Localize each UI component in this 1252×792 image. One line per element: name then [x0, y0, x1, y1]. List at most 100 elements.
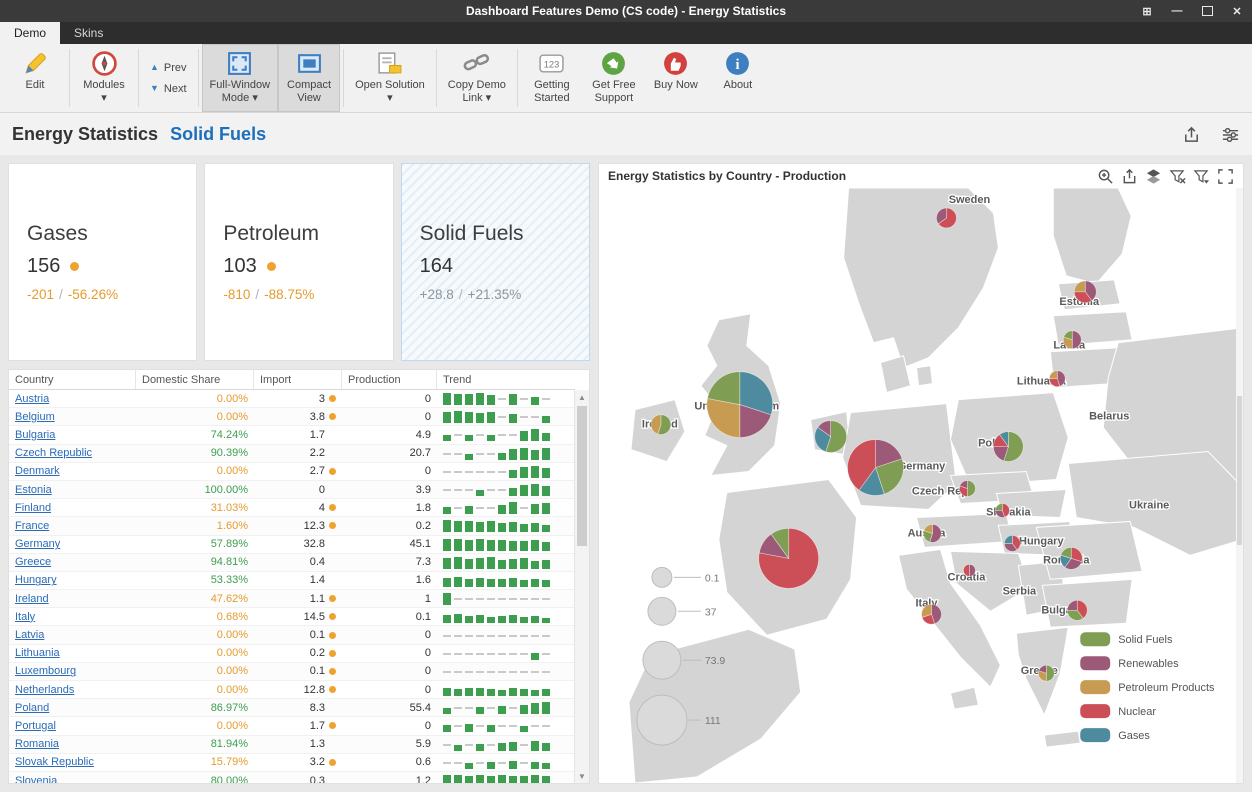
table-row[interactable]: Romania81.94%1.35.9: [9, 736, 589, 754]
modules-button[interactable]: Modules▾: [73, 44, 135, 112]
map-pie-czech-republic[interactable]: [959, 481, 975, 497]
country-link[interactable]: France: [15, 520, 49, 532]
table-row[interactable]: Greece94.81%0.47.3: [9, 554, 589, 572]
filter-icon[interactable]: [1193, 168, 1210, 185]
map-pie-sweden[interactable]: [936, 208, 956, 228]
country-shape[interactable]: [917, 366, 933, 386]
country-link[interactable]: Romania: [15, 738, 59, 750]
maximize-button[interactable]: [1192, 0, 1222, 22]
parameters-icon[interactable]: [1221, 125, 1240, 144]
scroll-thumb[interactable]: [577, 406, 587, 546]
layers-icon[interactable]: [1145, 168, 1162, 185]
minimize-button[interactable]: —: [1162, 0, 1192, 22]
country-link[interactable]: Czech Republic: [15, 447, 92, 459]
table-row[interactable]: Finland31.03%41.8: [9, 499, 589, 517]
map-pie-slovakia[interactable]: [995, 503, 1009, 517]
table-row[interactable]: Austria0.00%30: [9, 390, 589, 408]
layout-icon[interactable]: ⊞: [1132, 0, 1162, 22]
country-shape[interactable]: [1044, 731, 1080, 747]
country-link[interactable]: Italy: [15, 611, 35, 623]
map-pie-bulgaria[interactable]: [1067, 600, 1087, 620]
table-row[interactable]: Czech Republic90.39%2.220.7: [9, 445, 589, 463]
zoom-in-icon[interactable]: [1097, 168, 1114, 185]
country-link[interactable]: Germany: [15, 538, 60, 550]
column-header-domestic-share[interactable]: Domestic Share: [136, 370, 254, 389]
country-link[interactable]: Greece: [15, 556, 51, 568]
country-link[interactable]: Portugal: [15, 720, 56, 732]
country-link[interactable]: Estonia: [15, 484, 52, 496]
column-header-production[interactable]: Production: [342, 370, 437, 389]
map-pie-ireland[interactable]: [651, 415, 671, 435]
buy-now-button[interactable]: Buy Now: [645, 44, 707, 112]
map-scroll-thumb[interactable]: [1237, 396, 1242, 545]
country-shape[interactable]: [1036, 521, 1142, 579]
europe-map[interactable]: 0.13773.9111SwedenEstoniaLatviaLithuania…: [599, 188, 1243, 783]
table-row[interactable]: Lithuania0.00%0.20: [9, 645, 589, 663]
country-link[interactable]: Lithuania: [15, 647, 60, 659]
full-window-mode-button[interactable]: Full-WindowMode ▾: [202, 44, 279, 112]
table-row[interactable]: Netherlands0.00%12.80: [9, 681, 589, 699]
map-pie-lithuania[interactable]: [1049, 371, 1065, 387]
table-row[interactable]: Luxembourg0.00%0.10: [9, 663, 589, 681]
country-shape[interactable]: [1053, 188, 1131, 284]
table-row[interactable]: Belgium0.00%3.80: [9, 408, 589, 426]
kpi-card-gases[interactable]: Gases156-201/-56.26%: [8, 163, 197, 361]
map-pie-hungary[interactable]: [1004, 535, 1020, 551]
tab-demo[interactable]: Demo: [0, 22, 60, 44]
table-row[interactable]: Germany57.89%32.845.1: [9, 536, 589, 554]
prev-button[interactable]: ▲Prev: [150, 62, 187, 74]
country-link[interactable]: Poland: [15, 702, 49, 714]
column-header-country[interactable]: Country: [9, 370, 136, 389]
table-row[interactable]: Slovak Republic15.79%3.20.6: [9, 754, 589, 772]
country-shape[interactable]: [844, 188, 999, 368]
map-pie-france[interactable]: [759, 528, 819, 588]
about-button[interactable]: iAbout: [707, 44, 769, 112]
kpi-card-petroleum[interactable]: Petroleum103-810/-88.75%: [204, 163, 393, 361]
getting-started-button[interactable]: 123GettingStarted: [521, 44, 583, 112]
country-link[interactable]: Belgium: [15, 411, 55, 423]
map-pie-greece[interactable]: [1038, 665, 1054, 681]
map-pie-united-kingdom[interactable]: [707, 372, 773, 438]
table-row[interactable]: Ireland47.62%1.11: [9, 590, 589, 608]
export-icon[interactable]: [1121, 168, 1138, 185]
table-row[interactable]: Denmark0.00%2.70: [9, 463, 589, 481]
table-row[interactable]: Estonia100.00%03.9: [9, 481, 589, 499]
open-solution-button[interactable]: Open Solution▾: [347, 44, 433, 112]
kpi-card-solid-fuels[interactable]: Solid Fuels164+28.8/+21.35%: [401, 163, 590, 361]
country-link[interactable]: Austria: [15, 393, 49, 405]
scroll-track[interactable]: [575, 404, 589, 769]
map-pie-italy[interactable]: [922, 604, 942, 624]
map-pie-netherlands[interactable]: [815, 421, 847, 453]
country-link[interactable]: Ireland: [15, 593, 49, 605]
table-row[interactable]: Italy0.68%14.50.1: [9, 608, 589, 626]
country-link[interactable]: Finland: [15, 502, 51, 514]
table-row[interactable]: Latvia0.00%0.10: [9, 626, 589, 644]
country-link[interactable]: Denmark: [15, 465, 60, 477]
map-pie-croatia[interactable]: [963, 564, 975, 576]
maximize-icon[interactable]: [1217, 168, 1234, 185]
column-header-trend[interactable]: Trend: [437, 370, 575, 389]
country-link[interactable]: Slovenia: [15, 775, 57, 784]
map-pie-poland[interactable]: [993, 432, 1023, 462]
country-link[interactable]: Luxembourg: [15, 665, 76, 677]
country-link[interactable]: Netherlands: [15, 684, 74, 696]
clear-filter-icon[interactable]: [1169, 168, 1186, 185]
copy-demo-link-button[interactable]: Copy DemoLink ▾: [440, 44, 514, 112]
get-free-support-button[interactable]: Get FreeSupport: [583, 44, 645, 112]
table-row[interactable]: France1.60%12.30.2: [9, 517, 589, 535]
map-scrollbar[interactable]: [1236, 188, 1243, 783]
country-link[interactable]: Hungary: [15, 574, 57, 586]
map-pie-germany[interactable]: [848, 440, 904, 496]
scroll-down-icon[interactable]: ▼: [575, 769, 589, 783]
map-pie-estonia[interactable]: [1074, 281, 1096, 303]
country-link[interactable]: Bulgaria: [15, 429, 55, 441]
scroll-up-icon[interactable]: ▲: [575, 390, 589, 404]
country-link[interactable]: Latvia: [15, 629, 44, 641]
compact-view-button[interactable]: CompactView: [278, 44, 340, 112]
table-scrollbar[interactable]: ▲ ▼: [574, 390, 589, 783]
close-button[interactable]: ✕: [1222, 0, 1252, 22]
country-shape[interactable]: [950, 687, 978, 709]
table-row[interactable]: Bulgaria74.24%1.74.9: [9, 426, 589, 444]
map-pie-austria[interactable]: [923, 524, 941, 542]
column-header-import[interactable]: Import: [254, 370, 342, 389]
